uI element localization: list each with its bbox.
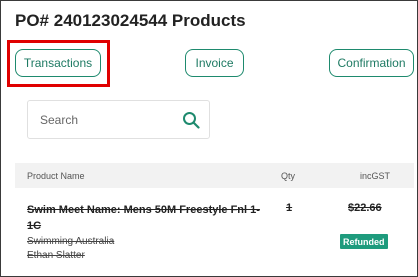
products-panel: PO# 240123024544 Products Transactions I… [0, 0, 418, 277]
status-badge: Refunded [340, 234, 388, 249]
product-name: Swim Meet Name: Mens 50M Freestyle Fnl 1… [27, 204, 260, 232]
table-row: Swim Meet Name: Mens 50M Freestyle Fnl 1… [15, 188, 414, 268]
search-input[interactable] [28, 101, 173, 138]
product-price: $22.66 [348, 202, 382, 214]
column-header-incgst: incGST [360, 171, 391, 181]
product-organisation: Swimming Australia [27, 236, 115, 247]
table-header: Product Name Qty incGST [15, 163, 414, 188]
page-title: PO# 240123024544 Products [15, 11, 246, 30]
search-icon[interactable] [182, 111, 200, 129]
search-box [27, 100, 210, 139]
transactions-button[interactable]: Transactions [15, 49, 101, 77]
confirmation-button[interactable]: Confirmation [329, 49, 414, 77]
product-person: Ethan Slatter [27, 250, 85, 261]
invoice-button[interactable]: Invoice [185, 49, 244, 77]
product-qty: 1 [286, 202, 293, 214]
column-header-qty: Qty [281, 171, 296, 181]
column-header-product: Product Name [27, 171, 85, 181]
